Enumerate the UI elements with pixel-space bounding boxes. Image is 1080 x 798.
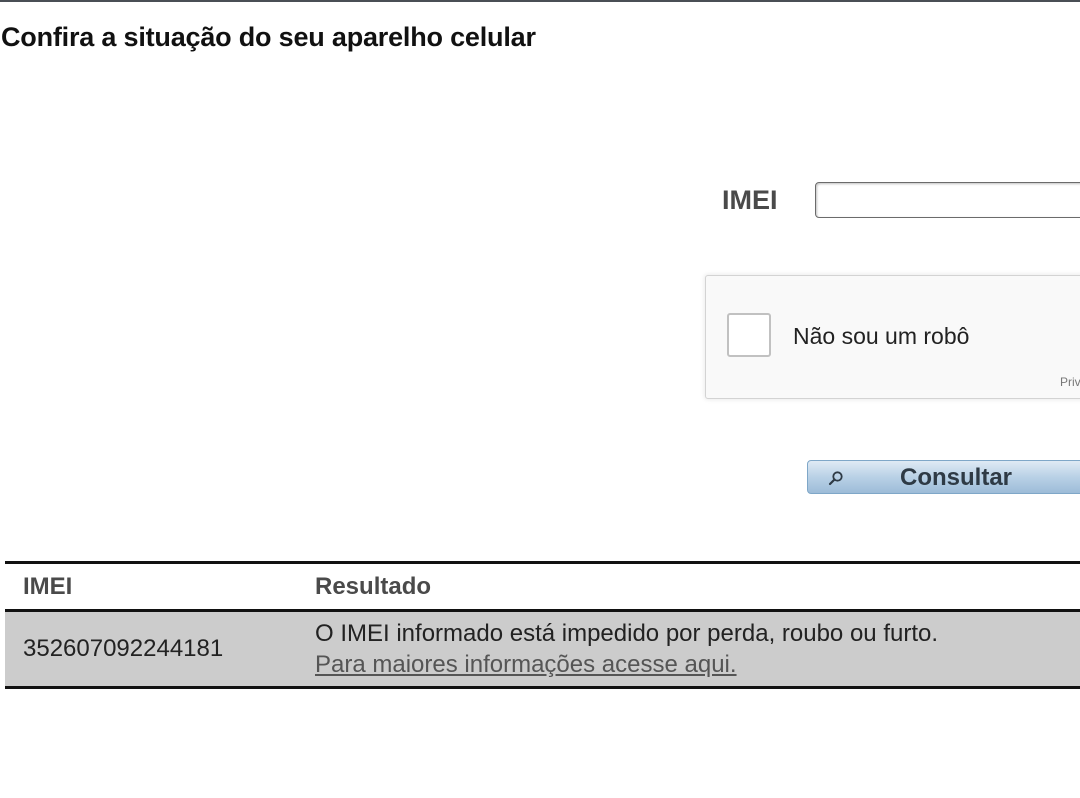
recaptcha-widget: Não sou um robô Priv (705, 275, 1080, 399)
consult-button-label: Consultar (900, 464, 1013, 491)
recaptcha-privacy-link[interactable]: Priv (1060, 375, 1080, 389)
recaptcha-label: Não sou um robô (793, 323, 970, 349)
result-imei-cell: 352607092244181 (23, 635, 224, 662)
consult-button[interactable]: Consultar (807, 460, 1080, 494)
imei-label: IMEI (722, 185, 778, 215)
results-header-row: IMEI Resultado (5, 562, 1080, 611)
top-divider (0, 0, 1080, 2)
search-icon (828, 471, 843, 486)
recaptcha-checkbox[interactable] (727, 313, 771, 357)
more-info-link[interactable]: Para maiores informações acesse aqui. (315, 651, 737, 678)
column-header-imei: IMEI (23, 572, 73, 600)
result-message-cell: O IMEI informado está impedido por perda… (315, 611, 1080, 688)
table-row: 352607092244181 O IMEI informado está im… (5, 610, 1080, 688)
results-table: IMEI Resultado 352607092244181 O IMEI in… (5, 561, 1080, 689)
result-message: O IMEI informado está impedido por perda… (315, 620, 939, 647)
imei-input[interactable] (815, 182, 1080, 218)
page-title: Confira a situação do seu aparelho celul… (1, 22, 536, 52)
column-header-result: Resultado (315, 572, 432, 600)
